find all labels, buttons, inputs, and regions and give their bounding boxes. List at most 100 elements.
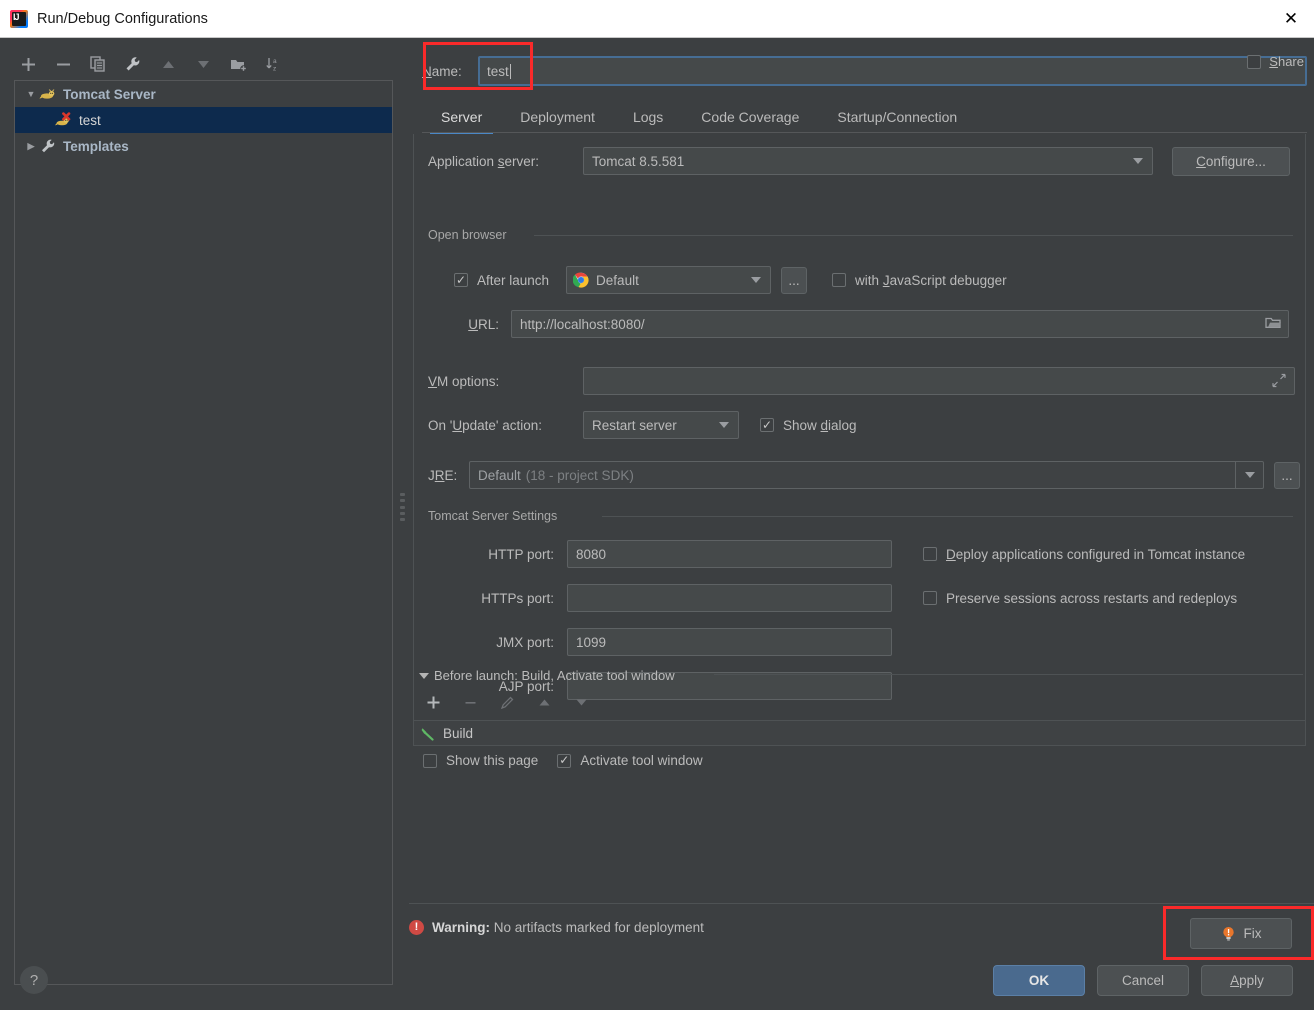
before-launch-task-list[interactable]: Build [413, 720, 1306, 746]
panel-splitter[interactable] [397, 38, 409, 958]
before-launch-add-button[interactable] [423, 692, 443, 712]
chrome-icon [572, 272, 589, 288]
name-label: Name: [422, 63, 462, 79]
update-action-combo[interactable]: Restart server [583, 411, 739, 439]
http-port-label: HTTP port: [488, 546, 554, 562]
before-launch-header-label: Before launch: Build, Activate tool wind… [434, 668, 675, 683]
chevron-right-icon[interactable]: ▶ [23, 141, 39, 152]
url-input[interactable]: http://localhost:8080/ [511, 310, 1289, 338]
http-port-input[interactable]: 8080 [567, 540, 892, 568]
jmx-port-input[interactable]: 1099 [567, 628, 892, 656]
sort-az-icon[interactable]: az [263, 54, 283, 74]
cancel-button[interactable]: Cancel [1097, 965, 1189, 996]
folder-icon[interactable] [1265, 315, 1282, 333]
https-port-input[interactable] [567, 584, 892, 612]
svg-text:a: a [273, 58, 277, 65]
chevron-down-icon [751, 277, 762, 283]
configure-button[interactable]: Configure... [1172, 146, 1290, 176]
js-debugger-checkbox[interactable] [832, 273, 847, 287]
apply-button[interactable]: Apply [1201, 965, 1293, 996]
activate-tool-window-checkbox[interactable] [557, 753, 572, 768]
jre-value: Default [478, 467, 521, 483]
expand-arrows-icon[interactable] [1272, 373, 1286, 391]
fix-button-label: Fix [1243, 926, 1262, 941]
jre-combo[interactable]: Default (18 - project SDK) [469, 461, 1264, 489]
tab-code-coverage[interactable]: Code Coverage [682, 100, 818, 134]
tab-logs-label: Logs [632, 109, 664, 125]
before-launch-remove-button[interactable] [460, 692, 480, 712]
before-launch-move-up-button[interactable] [534, 692, 554, 712]
before-launch-line [714, 674, 1303, 675]
tab-deployment[interactable]: Deployment [501, 100, 614, 134]
configuration-editor-panel: Name: test Share Server Deployment Logs … [409, 38, 1314, 958]
before-launch-header[interactable]: Before launch: Build, Activate tool wind… [419, 668, 675, 683]
show-dialog-checkbox[interactable] [760, 418, 774, 432]
chevron-down-icon [1133, 158, 1143, 164]
preserve-sessions-checkbox[interactable] [923, 591, 937, 605]
share-checkbox-box[interactable] [1247, 54, 1262, 69]
tree-group-tomcat-server[interactable]: ▼ Tomcat Server [15, 81, 392, 107]
before-launch-task-label: Build [443, 725, 474, 741]
before-launch-options: Show this page Activate tool window [423, 753, 703, 768]
tree-group-templates[interactable]: ▶ Templates [15, 133, 392, 159]
tab-separator [422, 132, 1307, 133]
close-icon[interactable]: ✕ [1268, 0, 1314, 37]
tree-item-test[interactable]: test [15, 107, 392, 133]
show-this-page-checkbox[interactable] [423, 753, 437, 768]
ok-button[interactable]: OK [993, 965, 1085, 996]
https-port-label: HTTPs port: [481, 590, 554, 606]
build-hammer-icon [420, 725, 436, 741]
tomcat-error-icon [55, 112, 74, 128]
vm-options-row: VM options: [428, 366, 1298, 396]
remove-configuration-button[interactable] [53, 54, 73, 74]
vm-options-label: VM options: [428, 373, 500, 389]
after-launch-row: After launch Default [454, 266, 1294, 294]
preserve-sessions-label: Preserve sessions across restarts and re… [946, 590, 1238, 606]
move-up-button[interactable] [158, 54, 178, 74]
name-input-value: test [487, 63, 509, 79]
share-label: Share [1269, 54, 1304, 69]
show-this-page-label: Show this page [446, 753, 539, 768]
after-launch-checkbox[interactable] [454, 273, 468, 287]
update-action-row: On 'Update' action: Restart server Show … [428, 410, 1298, 440]
chevron-down-icon[interactable]: ▼ [23, 89, 39, 99]
jmx-port-value: 1099 [576, 634, 607, 650]
deploy-applications-checkbox[interactable] [923, 547, 937, 561]
application-server-combo[interactable]: Tomcat 8.5.581 [583, 147, 1153, 175]
jmx-port-row: JMX port: 1099 [454, 628, 904, 656]
tab-server[interactable]: Server [422, 100, 501, 134]
wrench-icon[interactable] [123, 54, 143, 74]
status-separator [409, 903, 1314, 904]
server-tab-content: Application server: Tomcat 8.5.581 Confi… [413, 134, 1306, 734]
browse-browser-button[interactable]: ... [781, 266, 808, 294]
vm-options-input[interactable] [583, 367, 1295, 395]
name-input[interactable]: test [478, 56, 1307, 86]
jmx-port-label: JMX port: [496, 634, 554, 650]
add-configuration-button[interactable] [18, 54, 38, 74]
deploy-applications-label: Deploy applications configured in Tomcat… [946, 546, 1246, 562]
warning-prefix: Warning: [432, 920, 490, 935]
after-launch-label: After launch [477, 272, 550, 288]
help-button[interactable]: ? [20, 966, 48, 994]
jre-browse-button[interactable]: ... [1274, 461, 1300, 489]
jre-value-hint: (18 - project SDK) [525, 467, 634, 483]
tab-logs[interactable]: Logs [614, 100, 682, 134]
move-down-button[interactable] [193, 54, 213, 74]
folder-plus-icon[interactable] [228, 54, 248, 74]
tomcat-icon [39, 86, 58, 102]
application-server-value: Tomcat 8.5.581 [592, 153, 685, 169]
pencil-icon[interactable] [497, 692, 517, 712]
splitter-handle[interactable] [400, 493, 406, 521]
chevron-down-icon[interactable] [419, 672, 429, 679]
tab-startup-connection[interactable]: Startup/Connection [818, 100, 976, 134]
tab-code-coverage-label: Code Coverage [701, 109, 800, 125]
before-launch-move-down-button[interactable] [571, 692, 591, 712]
browser-value: Default [596, 272, 639, 288]
share-checkbox[interactable]: Share [1247, 54, 1304, 69]
jre-dropdown-arrow[interactable] [1235, 462, 1263, 488]
open-browser-group-line [534, 235, 1293, 236]
fix-button[interactable]: Fix [1190, 918, 1292, 949]
copy-configuration-button[interactable] [88, 54, 108, 74]
browser-combo[interactable]: Default [566, 266, 772, 294]
configurations-tree[interactable]: ▼ Tomcat Server test ▶ Templates [14, 80, 393, 985]
